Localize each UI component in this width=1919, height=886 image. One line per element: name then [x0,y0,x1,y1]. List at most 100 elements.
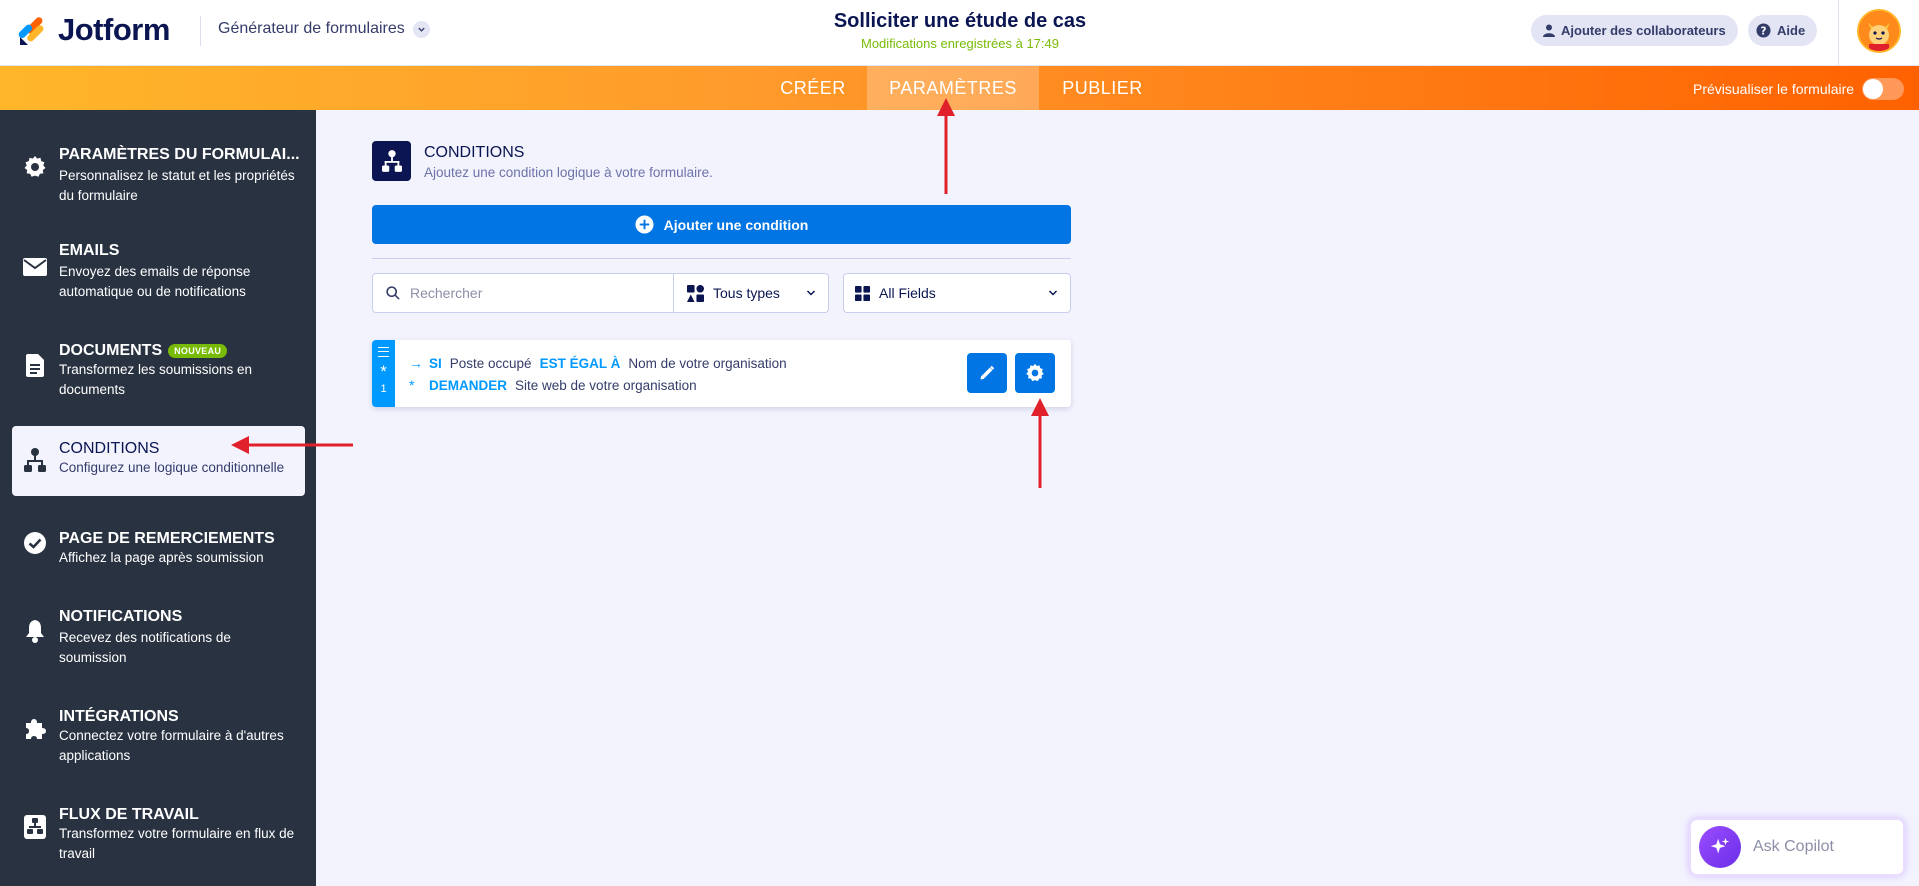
if-field: Poste occupé [449,355,532,371]
sidebar-item-notifications[interactable]: NOTIFICATIONS Recevez des notifications … [12,594,305,672]
main-nav: CRÉER PARAMÈTRES PUBLIER Prévisualiser l… [0,66,1919,110]
add-collaborators-label: Ajouter des collaborateurs [1561,23,1726,38]
conditions-header: CONDITIONS Ajoutez une condition logique… [372,141,713,181]
ask-copilot-button[interactable]: Ask Copilot [1689,818,1905,876]
search-icon [386,286,400,300]
question-circle-icon: ? [1756,23,1771,38]
sidebar-title-text: FLUX DE TRAVAIL [59,806,199,823]
sidebar-title-text: INTÉGRATIONS [59,708,179,725]
page-title: CONDITIONS [424,144,525,161]
add-collaborators-button[interactable]: Ajouter des collaborateurs [1531,15,1738,46]
sidebar-item-desc: Transformez votre formulaire en flux de … [59,826,295,861]
sidebar-item-title: PARAMÈTRES DU FORMULAI... [59,146,300,164]
sidebar-item-desc: Recevez des notifications de soumission [59,630,231,665]
tab-publish-label: PUBLIER [1062,77,1143,98]
chevron-down-icon [1048,290,1058,296]
tab-create-label: CRÉER [780,77,846,98]
save-status: Modifications enregistrées à 17:49 [860,36,1059,51]
bell-icon [22,618,48,644]
conditions-header-text: CONDITIONS Ajoutez une condition logique… [424,141,713,181]
preview-label: Prévisualiser le formulaire [1693,81,1855,97]
plus-circle-icon [635,215,654,234]
condition-card[interactable]: * 1 → SI Poste occupé EST ÉGAL À Nom de … [372,340,1071,407]
sidebar-item-thank-you-page[interactable]: PAGE DE REMERCIEMENTS Affichez la page a… [12,516,305,576]
gear-icon [1026,363,1044,382]
grid-icon [855,285,870,301]
builder-dropdown[interactable]: Générateur de formulaires [218,20,430,38]
annotation-arrow-up-gear [1031,398,1049,488]
annotation-arrow-up-settings [937,98,955,194]
jotform-logo[interactable]: Jotform [18,12,170,48]
edit-condition-button[interactable] [967,353,1007,393]
condition-number: 1 [380,383,387,395]
preview-toggle-group[interactable]: Prévisualiser le formulaire [1693,78,1905,100]
help-label: Aide [1777,23,1806,38]
help-button[interactable]: ? Aide [1748,15,1818,46]
envelope-icon [22,254,48,280]
sidebar-item-title: INTÉGRATIONS [59,708,179,726]
search-box [372,273,674,313]
add-condition-label: Ajouter une condition [663,216,809,233]
avatar[interactable] [1857,9,1901,53]
sidebar-item-title: CONDITIONS [59,440,159,458]
header-divider-right [1838,0,1839,66]
builder-label: Générateur de formulaires [218,20,405,37]
toggle-knob [1863,79,1884,99]
if-keyword: SI [429,355,442,371]
sidebar-item-desc: Connectez votre formulaire à d'autres ap… [59,728,284,763]
avatar-cat-icon [1859,11,1899,51]
condition-strip[interactable]: * 1 [372,340,395,407]
condition-if-line: → SI Poste occupé EST ÉGAL À Nom de votr… [409,355,787,371]
logo-text: Jotform [58,12,170,47]
tab-create[interactable]: CRÉER [763,66,863,110]
new-badge: NOUVEAU [168,344,228,358]
search-input[interactable] [410,285,650,301]
field-filter-select[interactable]: All Fields [843,273,1071,313]
tab-publish[interactable]: PUBLIER [1040,66,1165,110]
jotform-logo-icon [18,17,44,45]
sidebar-title-text: DOCUMENTS [59,342,163,359]
field-filter-value: All Fields [879,285,936,301]
sidebar-title-text: NOTIFICATIONS [59,608,183,625]
settings-sidebar: PARAMÈTRES DU FORMULAI... Personnalisez … [0,110,316,886]
shapes-icon [687,284,704,302]
sidebar-item-form-settings[interactable]: PARAMÈTRES DU FORMULAI... Personnalisez … [12,132,305,210]
type-filter-select[interactable]: Tous types [673,273,829,313]
user-icon [1543,24,1555,37]
sidebar-item-title: FLUX DE TRAVAIL [59,806,199,824]
sidebar-item-desc: Envoyez des emails de réponse automatiqu… [59,264,251,299]
type-filter-value: Tous types [713,285,780,301]
action-field: Site web de votre organisation [515,377,697,393]
document-icon [22,352,48,378]
puzzle-icon [22,716,48,742]
add-condition-button[interactable]: Ajouter une condition [372,205,1071,244]
annotation-arrow-left-conditions [231,436,353,454]
sidebar-item-desc: Transformez les soumissions en documents [59,362,253,397]
sidebar-item-integrations[interactable]: INTÉGRATIONS Connectez votre formulaire … [12,692,305,770]
sidebar-item-documents[interactable]: DOCUMENTS NOUVEAU Transformez les soumis… [12,328,305,406]
sidebar-item-desc: Configurez une logique conditionnelle [59,460,285,475]
drag-handle-icon[interactable] [378,347,389,357]
page-subtitle: Ajoutez une condition logique à votre fo… [424,165,713,180]
sitemap-icon [372,141,411,181]
svg-text:?: ? [1761,25,1767,37]
preview-toggle[interactable] [1862,78,1905,100]
condition-settings-button[interactable] [1015,353,1055,393]
sidebar-item-title: DOCUMENTS NOUVEAU [59,342,228,360]
sidebar-item-emails[interactable]: EMAILS Envoyez des emails de réponse aut… [12,230,305,308]
sidebar-item-desc: Personnalisez le statut et les propriété… [59,168,295,203]
ask-copilot-label: Ask Copilot [1753,838,1834,855]
sidebar-item-workflows[interactable]: FLUX DE TRAVAIL Transformez votre formul… [12,790,305,868]
gear-icon [22,154,48,180]
form-title[interactable]: Solliciter une étude de cas [760,10,1160,33]
header-divider [200,16,201,46]
arrow-right-icon: → [409,355,423,371]
sitemap-icon [22,447,48,473]
sidebar-title-text: EMAILS [59,242,120,259]
form-title-block: Solliciter une étude de cas Modification… [760,10,1160,51]
condition-action-line: * DEMANDER Site web de votre organisatio… [409,377,697,393]
section-divider [372,258,1071,259]
workflow-icon [22,814,48,840]
sidebar-item-desc: Affichez la page après soumission [59,550,264,565]
asterisk-icon: * [409,377,415,393]
